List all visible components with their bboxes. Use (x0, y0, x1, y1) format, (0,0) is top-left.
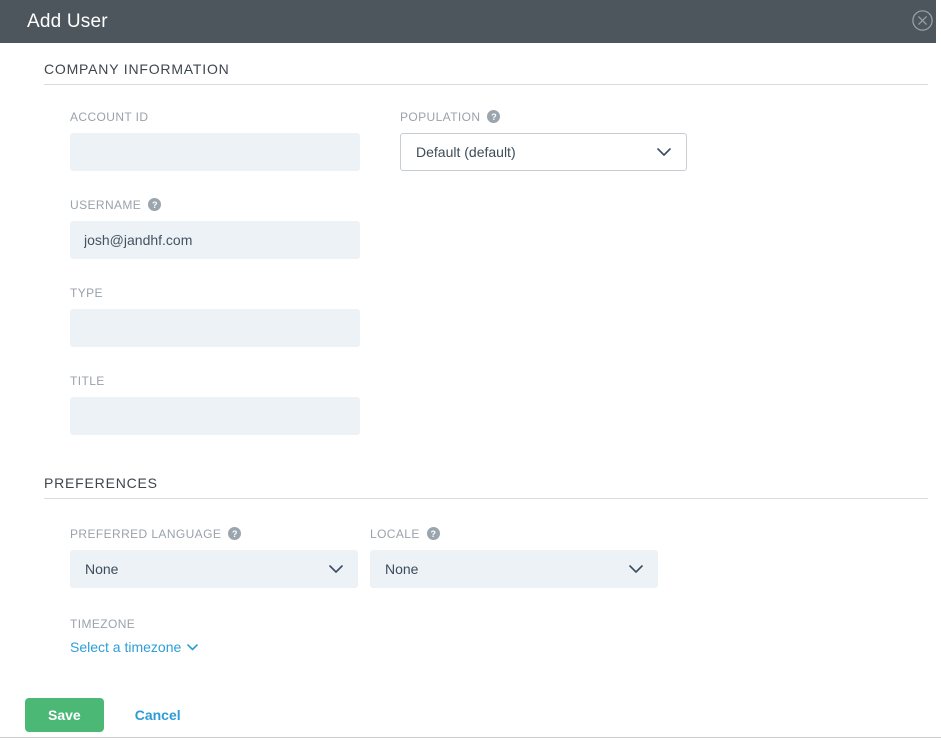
preferred-language-label: PREFERRED LANGUAGE (70, 527, 221, 541)
timezone-select-link[interactable]: Select a timezone (70, 639, 198, 655)
modal-header: Add User (0, 0, 936, 43)
help-icon[interactable]: ? (487, 110, 500, 123)
page-title: Add User (27, 11, 108, 33)
section-company-information: COMPANY INFORMATION ACCOUNT ID POPULATIO… (44, 61, 928, 435)
add-user-modal: Add User COMPANY INFORMATION ACCOUNT ID (0, 0, 941, 732)
field-title: TITLE (70, 373, 928, 435)
account-id-label: ACCOUNT ID (70, 110, 148, 124)
locale-selected-value: None (385, 561, 418, 577)
section-divider (44, 498, 928, 499)
section-preferences: PREFERENCES PREFERRED LANGUAGE ? None (44, 475, 928, 657)
field-username: USERNAME ? (70, 197, 928, 259)
bottom-divider (0, 737, 941, 738)
preferred-language-selected-value: None (85, 561, 118, 577)
chevron-down-icon (329, 565, 343, 573)
account-id-input[interactable] (70, 133, 360, 171)
locale-select[interactable]: None (370, 550, 658, 588)
title-label: TITLE (70, 374, 105, 388)
cancel-button[interactable]: Cancel (135, 707, 181, 723)
population-select[interactable]: Default (default) (400, 133, 687, 171)
close-icon[interactable] (910, 8, 935, 33)
preferred-language-select[interactable]: None (70, 550, 358, 588)
field-timezone: TIMEZONE Select a timezone (70, 616, 928, 657)
locale-label: LOCALE (370, 527, 420, 541)
username-input[interactable] (70, 221, 360, 259)
modal-body: COMPANY INFORMATION ACCOUNT ID POPULATIO… (0, 61, 941, 657)
help-icon[interactable]: ? (148, 198, 161, 211)
save-button[interactable]: Save (25, 698, 104, 732)
field-population: POPULATION ? Default (default) (400, 109, 687, 171)
type-label: TYPE (70, 286, 103, 300)
help-icon[interactable]: ? (228, 527, 241, 540)
chevron-down-icon (657, 148, 671, 156)
field-preferred-language: PREFERRED LANGUAGE ? None (70, 526, 358, 588)
username-label: USERNAME (70, 198, 141, 212)
type-input[interactable] (70, 309, 360, 347)
section-title-company: COMPANY INFORMATION (44, 61, 928, 77)
timezone-link-label: Select a timezone (70, 639, 181, 655)
chevron-down-icon (187, 644, 198, 651)
section-divider (44, 84, 928, 85)
population-selected-value: Default (default) (416, 144, 516, 160)
timezone-label: TIMEZONE (70, 617, 135, 631)
field-type: TYPE (70, 285, 928, 347)
help-icon[interactable]: ? (427, 527, 440, 540)
modal-footer: Save Cancel (0, 698, 941, 732)
field-account-id: ACCOUNT ID (70, 109, 360, 171)
title-input[interactable] (70, 397, 360, 435)
section-title-preferences: PREFERENCES (44, 475, 928, 491)
field-locale: LOCALE ? None (370, 526, 658, 588)
chevron-down-icon (629, 565, 643, 573)
population-label: POPULATION (400, 110, 480, 124)
